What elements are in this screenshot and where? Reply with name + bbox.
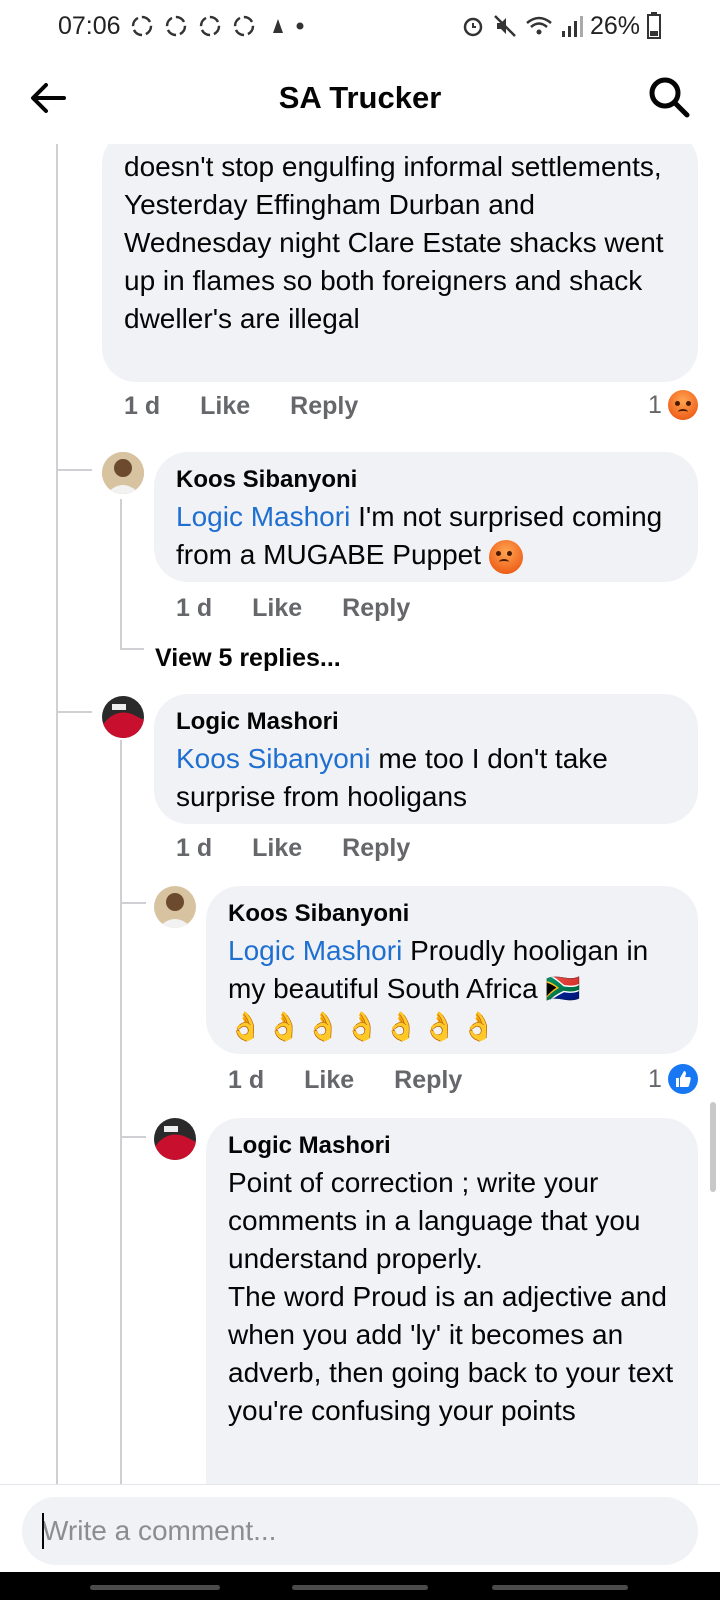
status-bar: 07:06 26% [0,0,720,52]
view-replies-link[interactable]: View 5 replies... [155,644,341,673]
alarm-icon [463,17,483,37]
reaction-count: 1 [648,1064,662,1093]
comment-body: Logic Mashori Proudly hooligan in my bea… [228,932,676,1008]
app-notification-icon [272,19,283,33]
reply-button[interactable]: Reply [342,594,410,623]
avatar[interactable] [102,452,144,494]
thread-line [56,144,58,1484]
text-cursor [42,1513,44,1549]
reply-button[interactable]: Reply [290,392,358,421]
thread-connector [56,469,92,471]
comment-author[interactable]: Logic Mashori [176,706,676,738]
angry-emoji-icon [488,539,523,574]
mute-icon [494,15,516,37]
car-avatar-icon [102,696,144,738]
like-button[interactable]: Like [252,594,302,623]
thread-connector [56,711,92,713]
comment-actions: 1 d Like Reply [176,594,450,623]
scrollbar-thumb[interactable] [710,1102,716,1192]
battery-icon [647,12,661,39]
status-left: 07:06 [58,12,305,41]
comment-text: doesn't stop engulfing informal settleme… [124,151,664,334]
comment-actions: 1 d Like Reply [228,1066,502,1095]
comment-thread[interactable]: doesn't stop engulfing informal settleme… [0,144,720,1484]
reaction-count: 1 [648,390,662,419]
comment-author[interactable]: Logic Mashori [228,1130,676,1162]
thread-connector [120,1136,146,1138]
mention-link[interactable]: Logic Mashori [228,935,402,966]
comment-time: 1 d [228,1066,265,1094]
like-icon [667,1064,698,1094]
comment-bubble[interactable]: Logic Mashori Point of correction ; writ… [206,1118,698,1484]
thread-line [120,740,122,1484]
comment-actions: 1 d Like Reply [176,834,450,863]
nav-home[interactable] [292,1585,428,1590]
reaction-summary[interactable]: 1 [648,1064,698,1094]
comment-text: Point of correction ; write your comment… [228,1167,674,1426]
wifi-icon [526,16,552,35]
search-icon[interactable] [646,74,692,120]
back-arrow-icon[interactable] [26,76,70,120]
notification-icon [233,15,254,37]
comment-bubble[interactable]: Koos Sibanyoni Logic Mashori I'm not sur… [154,452,698,582]
thread-connector [120,648,144,650]
like-button[interactable]: Like [252,834,302,863]
like-button[interactable]: Like [200,392,250,421]
status-right: 26% [460,12,662,41]
comment-input[interactable] [22,1497,698,1565]
avatar[interactable] [102,696,144,738]
more-notifications-dot-icon [296,22,304,30]
comment-body: Koos Sibanyoni me too I don't take surpr… [176,740,676,816]
comment-time: 1 d [176,834,213,862]
like-button[interactable]: Like [304,1066,354,1095]
notification-icon [165,15,186,37]
comment-author[interactable]: Koos Sibanyoni [228,898,676,930]
comment-body: Logic Mashori I'm not surprised coming f… [176,498,676,574]
comment-composer [0,1484,720,1572]
nav-back[interactable] [492,1585,628,1590]
thread-connector [120,902,146,904]
battery-percentage: 26% [589,11,640,40]
notification-icon [131,15,152,37]
avatar[interactable] [154,1118,196,1160]
person-avatar-icon [102,452,144,494]
emoji-row: 👌👌👌👌👌👌👌 [228,1011,501,1042]
comment-bubble[interactable]: Logic Mashori Koos Sibanyoni me too I do… [154,694,698,824]
nav-recent-apps[interactable] [90,1585,220,1590]
app-bar: SA Trucker [0,52,720,144]
avatar[interactable] [154,886,196,928]
system-nav-bar [0,1572,720,1600]
reaction-summary[interactable]: 1 [648,390,698,420]
comment-bubble[interactable]: Koos Sibanyoni Logic Mashori Proudly hoo… [206,886,698,1054]
comment-bubble[interactable]: doesn't stop engulfing informal settleme… [102,144,698,382]
reply-button[interactable]: Reply [342,834,410,863]
status-time: 07:06 [58,11,121,40]
signal-icon [561,16,583,37]
notification-icon [199,15,220,37]
angry-emoji-icon [667,390,698,420]
comment-actions: 1 d Like Reply [124,392,398,421]
person-avatar-icon [154,886,196,928]
comment-time: 1 d [124,392,161,420]
mention-link[interactable]: Logic Mashori [176,501,350,532]
comment-author[interactable]: Koos Sibanyoni [176,464,676,496]
comment-time: 1 d [176,594,213,622]
page-title: SA Trucker [278,80,442,115]
mention-link[interactable]: Koos Sibanyoni [176,743,371,774]
car-avatar-icon [154,1118,196,1160]
thread-line [120,499,122,649]
reply-button[interactable]: Reply [394,1066,462,1095]
